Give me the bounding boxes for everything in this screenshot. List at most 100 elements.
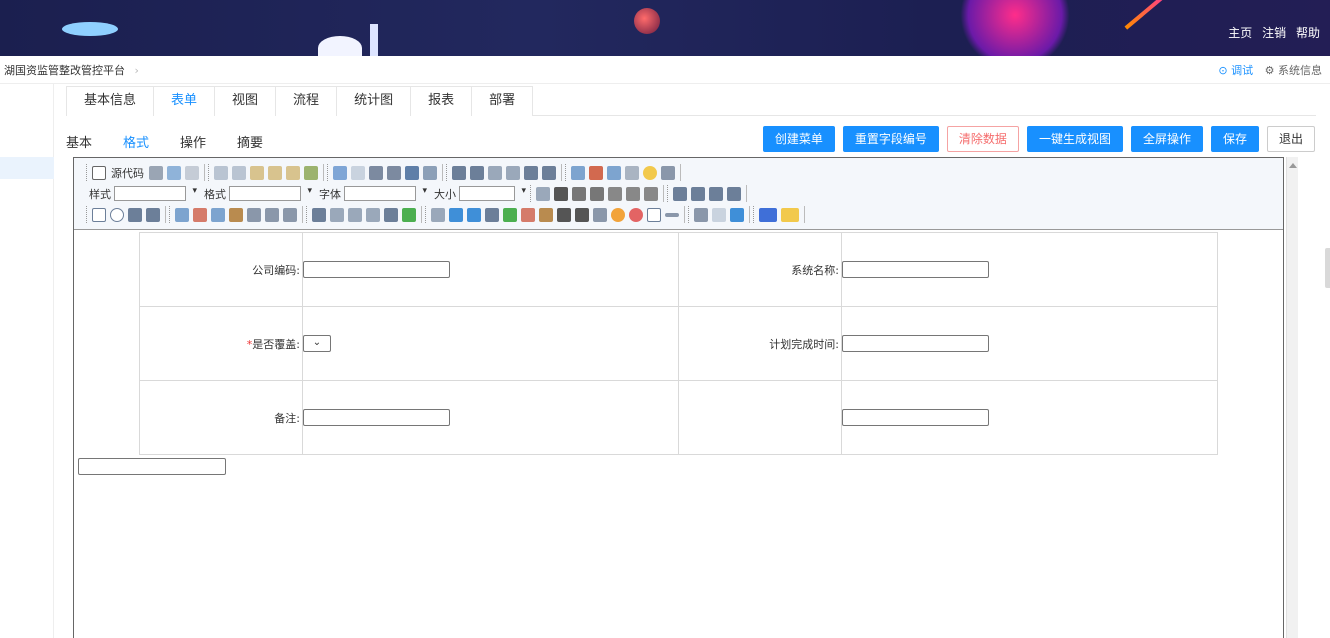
subtab-basic[interactable]: 基本 [66,132,92,159]
query-icon[interactable] [384,207,398,222]
smiley-icon[interactable] [643,165,657,180]
tree-icon[interactable] [265,207,279,222]
blockquote-icon[interactable] [524,165,538,180]
button-field-icon[interactable] [629,207,643,222]
format-combo-box[interactable] [229,186,312,201]
align-center-icon[interactable] [691,186,705,201]
editor-scrollbar[interactable] [1286,157,1298,638]
size-combo-box[interactable] [459,186,526,201]
subscript-icon[interactable] [626,186,640,201]
generate-view-button[interactable]: 一键生成视图 [1026,126,1123,152]
camera-icon[interactable] [485,207,499,222]
document-icon[interactable] [348,207,362,222]
font-combo[interactable]: 字体 [316,186,427,202]
redo-icon[interactable] [351,165,365,180]
superscript-icon[interactable] [644,186,658,201]
exit-button[interactable]: 退出 [1266,126,1315,152]
tab-flow[interactable]: 流程 [275,86,338,116]
list-widget-icon[interactable] [175,207,189,222]
special-char-icon[interactable] [661,165,675,180]
text-color-icon[interactable] [759,207,777,222]
align-justify-icon[interactable] [727,186,741,201]
is-covered-select[interactable]: ⌄ [303,335,331,352]
replace-icon[interactable] [387,165,401,180]
paste-text-icon[interactable] [268,165,282,180]
fullscreen-button[interactable]: 全屏操作 [1130,126,1203,152]
cut-icon[interactable] [214,165,228,180]
tab-chart[interactable]: 统计图 [336,86,412,116]
find-icon[interactable] [369,165,383,180]
macro-icon[interactable] [211,207,225,222]
outdent-icon[interactable] [488,165,502,180]
textfield-icon[interactable] [128,207,142,222]
save-button[interactable]: 保存 [1210,126,1259,152]
paste-word-icon[interactable] [286,165,300,180]
home-link[interactable]: 主页 [1228,26,1252,40]
subtab-format[interactable]: 格式 [117,132,156,169]
chart-field-icon[interactable] [503,207,517,222]
video-icon[interactable] [575,207,589,222]
link-icon[interactable] [694,207,708,222]
plan-date-input[interactable] [842,335,989,352]
format-combo[interactable]: 格式 [201,186,312,202]
hidden-field-icon[interactable] [312,207,326,222]
style-combo-box[interactable] [114,186,197,201]
department-icon[interactable] [229,207,243,222]
subtab-summary[interactable]: 摘要 [237,132,263,159]
tab-deploy[interactable]: 部署 [471,86,534,116]
sign-icon[interactable] [283,207,297,222]
user-picker-icon[interactable] [247,207,261,222]
textarea-icon[interactable] [146,207,160,222]
bg-color-icon[interactable] [781,207,799,222]
undo-icon[interactable] [333,165,347,180]
paste-icon[interactable] [250,165,264,180]
align-right-icon[interactable] [709,186,723,201]
side-collapse-handle[interactable] [1325,248,1330,288]
indent-icon[interactable] [506,165,520,180]
unlabeled-input[interactable] [842,409,989,426]
reset-field-number-button[interactable]: 重置字段编号 [842,126,939,152]
unlink-icon[interactable] [712,207,726,222]
calendar-icon[interactable] [193,207,207,222]
strikethrough-icon[interactable] [608,186,622,201]
layers-icon[interactable] [449,207,463,222]
create-menu-button[interactable]: 创建菜单 [762,126,835,152]
image-icon[interactable] [571,165,585,180]
size-combo[interactable]: 大小 [431,186,526,202]
system-info-link[interactable]: ⚙ 系统信息 [1265,64,1322,77]
bulleted-list-icon[interactable] [470,165,484,180]
copy-icon[interactable] [232,165,246,180]
preview-icon[interactable] [167,165,181,180]
pencil-icon[interactable] [431,207,445,222]
counter-icon[interactable] [647,207,661,222]
sidebar-active-item[interactable] [0,157,54,179]
save-doc-icon[interactable] [149,165,163,180]
radio-icon[interactable] [110,207,124,222]
tab-form[interactable]: 表单 [153,86,216,116]
image-field-icon[interactable] [467,207,481,222]
spellcheck-icon[interactable] [304,165,318,180]
template-icon[interactable] [185,165,199,180]
font-combo-box[interactable] [344,186,427,201]
clear-data-button[interactable]: 清除数据 [946,126,1019,152]
stamp-icon[interactable] [539,207,553,222]
anchor-icon[interactable] [730,207,744,222]
underline-icon[interactable] [590,186,604,201]
webpage-icon[interactable] [593,207,607,222]
bold-icon[interactable] [554,186,568,201]
logout-link[interactable]: 注销 [1262,26,1286,40]
subtab-operation[interactable]: 操作 [180,132,206,159]
select-all-icon[interactable] [405,165,419,180]
scroll-up-icon[interactable] [1289,163,1297,168]
tab-basic-info[interactable]: 基本信息 [66,86,155,116]
tab-view[interactable]: 视图 [214,86,277,116]
remark-input[interactable] [303,409,450,426]
system-name-input[interactable] [842,261,989,278]
italic-icon[interactable] [572,186,586,201]
attachment-icon[interactable] [330,207,344,222]
separator-line-icon[interactable] [665,212,679,217]
remove-format-icon[interactable] [423,165,437,180]
show-blocks-icon[interactable] [536,186,550,201]
checkbox-icon[interactable] [92,207,106,222]
tab-report[interactable]: 报表 [410,86,473,116]
